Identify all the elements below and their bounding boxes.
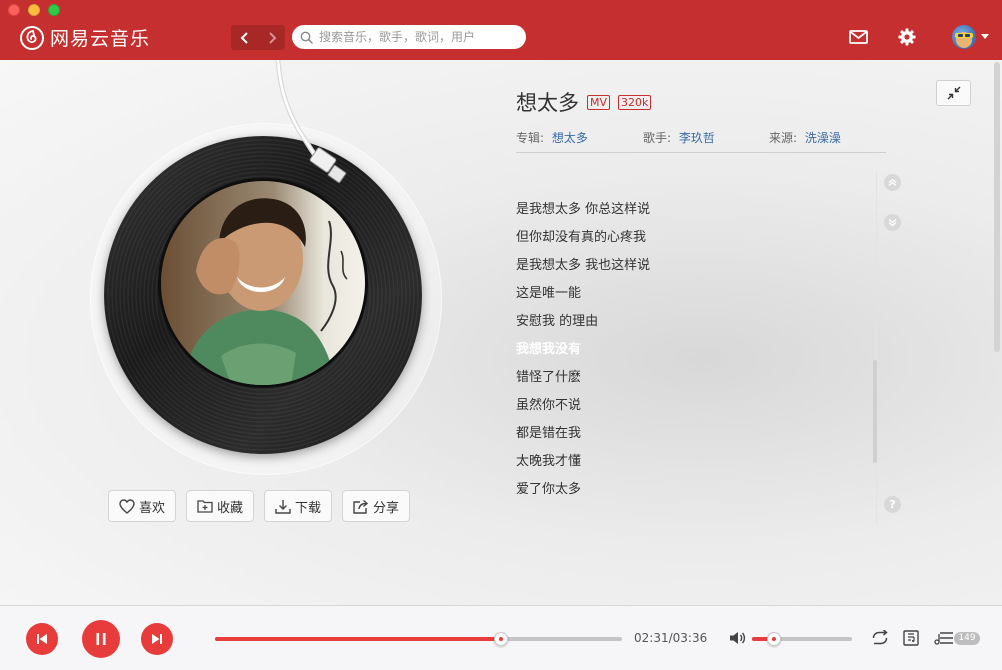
lyrics-toggle-icon[interactable]	[903, 630, 919, 646]
share-button[interactable]: 分享	[342, 490, 411, 522]
collect-button[interactable]: 收藏	[186, 490, 255, 522]
album-cover-image	[161, 181, 365, 385]
download-icon	[275, 499, 291, 514]
play-pause-button[interactable]	[82, 620, 120, 658]
chevron-left-icon	[240, 31, 248, 44]
skip-next-icon	[152, 634, 162, 644]
mail-icon	[848, 30, 868, 44]
chevron-right-icon	[268, 31, 276, 44]
source-link[interactable]: 洗澡澡	[805, 131, 841, 145]
avatar[interactable]	[952, 25, 976, 49]
song-actions: 喜欢 收藏 下载 分享	[108, 490, 411, 522]
album-cover	[158, 178, 368, 388]
messages-button[interactable]	[847, 26, 869, 48]
double-chevron-down-icon	[888, 219, 897, 227]
playlist-count-badge: 149	[954, 632, 980, 645]
song-header: 想太多 MV 320k	[516, 87, 652, 117]
lyric-line: 是我想太多 你总这样说	[516, 202, 651, 217]
progress-handle[interactable]	[494, 632, 508, 646]
collect-label: 收藏	[217, 500, 244, 516]
lyrics-help-button[interactable]: ?	[884, 496, 901, 513]
like-button[interactable]: 喜欢	[108, 490, 177, 522]
volume-icon[interactable]	[729, 630, 747, 646]
lyric-line: 这是唯一能	[516, 286, 582, 301]
lyric-line: 安慰我 的理由	[516, 314, 599, 329]
heart-icon	[119, 498, 135, 514]
lyric-line: 但你却没有真的心疼我	[516, 230, 647, 245]
download-button[interactable]: 下载	[264, 490, 333, 522]
lyrics-scroll-up-button[interactable]	[884, 174, 901, 191]
chevron-down-icon[interactable]	[981, 34, 989, 39]
skip-previous-icon	[37, 634, 47, 644]
next-track-button[interactable]	[141, 623, 173, 655]
page-scrollbar[interactable]	[994, 62, 1000, 352]
progress-slider[interactable]	[215, 632, 622, 646]
download-label: 下载	[295, 500, 322, 516]
lyrics-scroll-thumb[interactable]	[873, 360, 877, 463]
album-info: 专辑: 想太多	[516, 129, 592, 146]
lyrics-list[interactable]: 是我想太多 你总这样说 但你却没有真的心疼我 是我想太多 我也这样说 这是唯一能安慰我…	[516, 196, 866, 504]
player-bar: 02:31/03:36 149	[0, 605, 1002, 670]
like-label: 喜欢	[139, 500, 166, 516]
lyric-line: 爱了你太多	[516, 482, 582, 497]
add-folder-icon	[197, 500, 213, 513]
song-meta: 专辑: 想太多 歌手: 李玖哲 来源: 洗澡澡	[516, 129, 886, 153]
pause-icon	[96, 633, 106, 645]
lyric-line: 虽然你不说	[516, 398, 582, 413]
quality-badge: 320k	[618, 94, 652, 110]
lyric-line: 太晚我才懂	[516, 454, 582, 469]
share-label: 分享	[373, 500, 400, 516]
playlist-icon[interactable]	[934, 630, 954, 646]
album-label: 专辑:	[516, 131, 545, 145]
history-nav	[231, 25, 285, 50]
artist-link[interactable]: 李玖哲	[679, 131, 715, 145]
search-input[interactable]	[319, 30, 519, 44]
now-playing-panel: 喜欢 收藏 下载 分享 想太多 MV 320k 专辑: 想太多 歌手: 李玖哲 …	[0, 60, 1002, 605]
collapse-icon	[947, 86, 960, 100]
title-bar: 网易云音乐	[0, 0, 1002, 60]
netease-music-logo-icon	[20, 25, 44, 50]
tonearm	[275, 60, 347, 184]
close-window-button[interactable]	[8, 4, 20, 16]
time-display: 02:31/03:36	[634, 631, 708, 645]
volume-slider[interactable]	[752, 632, 852, 646]
mv-badge[interactable]: MV	[587, 94, 611, 110]
settings-button[interactable]	[896, 26, 918, 48]
double-chevron-up-icon	[888, 178, 897, 186]
source-label: 来源:	[769, 131, 798, 145]
lyrics-scroll-track[interactable]	[876, 172, 877, 524]
collapse-view-button[interactable]	[936, 80, 971, 106]
gear-icon	[898, 28, 916, 46]
lyric-line: 错怪了什麽	[516, 370, 582, 385]
album-link[interactable]: 想太多	[552, 131, 588, 145]
avatar-image	[955, 32, 973, 48]
app-logo[interactable]: 网易云音乐	[20, 24, 150, 51]
app-name: 网易云音乐	[50, 28, 151, 50]
minimize-window-button[interactable]	[28, 4, 40, 16]
lyric-line-active: 我想我没有	[516, 342, 582, 357]
lyrics-scroll-down-button[interactable]	[884, 214, 901, 231]
progress-fill	[215, 637, 501, 641]
back-button[interactable]	[231, 25, 258, 50]
song-title: 想太多	[516, 91, 579, 115]
forward-button[interactable]	[258, 25, 285, 50]
volume-handle[interactable]	[767, 632, 781, 646]
source-info: 来源: 洗澡澡	[769, 129, 845, 146]
artist-info: 歌手: 李玖哲	[643, 129, 719, 146]
search-icon	[300, 31, 313, 44]
lyric-line: 是我想太多 我也这样说	[516, 258, 651, 273]
previous-track-button[interactable]	[26, 623, 58, 655]
help-icon: ?	[889, 498, 896, 511]
zoom-window-button[interactable]	[48, 4, 60, 16]
search-box	[292, 25, 526, 49]
share-icon	[353, 499, 369, 514]
loop-icon[interactable]	[871, 630, 889, 646]
artist-label: 歌手:	[643, 131, 672, 145]
lyric-line: 都是错在我	[516, 426, 582, 441]
